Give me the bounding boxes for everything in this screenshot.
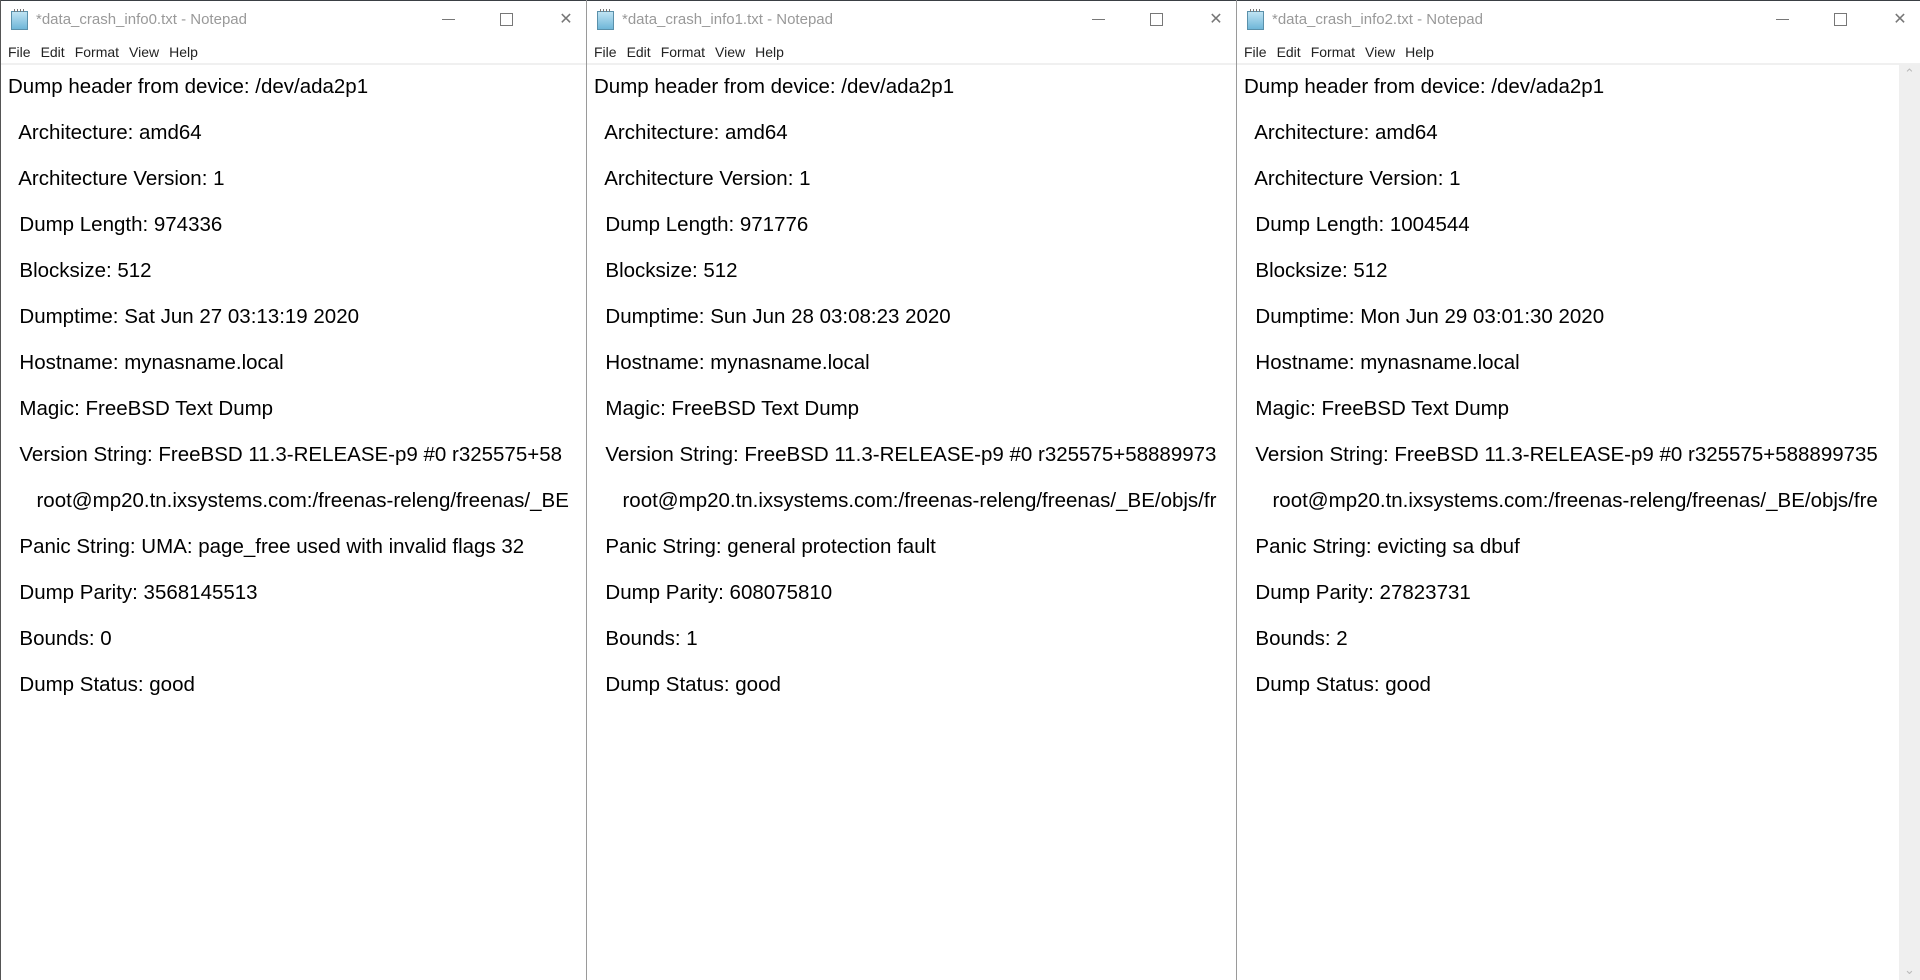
notepad-icon xyxy=(597,9,614,30)
window-title: *data_crash_info0.txt - Notepad xyxy=(36,11,247,28)
text-line: Magic: FreeBSD Text Dump xyxy=(594,397,860,420)
menu-view[interactable]: View xyxy=(710,41,750,63)
close-button[interactable]: ✕ xyxy=(1202,7,1230,33)
menu-edit[interactable]: Edit xyxy=(1272,41,1306,63)
minimize-icon xyxy=(1775,19,1789,21)
text-line: Architecture: amd64 xyxy=(594,121,788,144)
text-line: root@mp20.tn.ixsystems.com:/freenas-rele… xyxy=(8,489,569,512)
text-line: Version String: FreeBSD 11.3-RELEASE-p9 … xyxy=(8,443,563,466)
text-editor[interactable]: Dump header from device: /dev/ada2p1 Arc… xyxy=(1,64,586,980)
text-line: Hostname: mynasname.local xyxy=(594,351,870,374)
text-line: Dump Status: good xyxy=(594,673,781,696)
text-line: Dump header from device: /dev/ada2p1 xyxy=(594,75,955,98)
menu-view[interactable]: View xyxy=(1360,41,1400,63)
text-line: root@mp20.tn.ixsystems.com:/freenas-rele… xyxy=(594,489,1217,512)
text-line: Dump Parity: 3568145513 xyxy=(8,581,258,604)
minimize-button[interactable] xyxy=(1084,7,1112,33)
text-line: Panic String: general protection fault xyxy=(594,535,936,558)
menu-view[interactable]: View xyxy=(124,41,164,63)
text-line: Blocksize: 512 xyxy=(8,259,152,282)
minimize-icon xyxy=(441,19,455,21)
menu-help[interactable]: Help xyxy=(1400,41,1439,63)
text-line: Hostname: mynasname.local xyxy=(1244,351,1520,374)
menu-bar: File Edit Format View Help xyxy=(1,41,586,65)
text-line: Dump Parity: 27823731 xyxy=(1244,581,1471,604)
close-icon: ✕ xyxy=(559,11,573,28)
menu-edit[interactable]: Edit xyxy=(36,41,70,63)
text-line: Dumptime: Sat Jun 27 03:13:19 2020 xyxy=(8,305,360,328)
notepad-window: *data_crash_info1.txt - Notepad ✕ File Ed… xyxy=(586,0,1236,980)
menu-format[interactable]: Format xyxy=(656,41,710,63)
text-line: Dump Status: good xyxy=(1244,673,1431,696)
maximize-button[interactable] xyxy=(1826,7,1854,33)
maximize-icon xyxy=(499,13,513,27)
menu-help[interactable]: Help xyxy=(164,41,203,63)
text-line: Blocksize: 512 xyxy=(594,259,738,282)
text-line: Architecture: amd64 xyxy=(1244,121,1438,144)
text-line: Dumptime: Mon Jun 29 03:01:30 2020 xyxy=(1244,305,1605,328)
text-line: Architecture Version: 1 xyxy=(8,167,225,190)
notepad-window: *data_crash_info0.txt - Notepad ✕ File Ed… xyxy=(0,0,586,980)
minimize-icon xyxy=(1091,19,1105,21)
text-line: Magic: FreeBSD Text Dump xyxy=(8,397,274,420)
close-button[interactable]: ✕ xyxy=(1886,7,1914,33)
close-button[interactable]: ✕ xyxy=(552,7,580,33)
maximize-icon xyxy=(1149,13,1163,27)
text-line: Dump Status: good xyxy=(8,673,195,696)
text-line: Version String: FreeBSD 11.3-RELEASE-p9 … xyxy=(1244,443,1878,466)
minimize-button[interactable] xyxy=(1768,7,1796,33)
menu-format[interactable]: Format xyxy=(70,41,124,63)
menu-bar: File Edit Format View Help xyxy=(1237,41,1920,65)
maximize-icon xyxy=(1833,13,1847,27)
window-title: *data_crash_info1.txt - Notepad xyxy=(622,11,833,28)
title-bar[interactable]: *data_crash_info1.txt - Notepad ✕ xyxy=(587,0,1236,41)
text-line: Dumptime: Sun Jun 28 03:08:23 2020 xyxy=(594,305,951,328)
menu-bar: File Edit Format View Help xyxy=(587,41,1236,65)
text-editor[interactable]: Dump header from device: /dev/ada2p1 Arc… xyxy=(1237,64,1920,980)
text-line: root@mp20.tn.ixsystems.com:/freenas-rele… xyxy=(1244,489,1878,512)
close-icon: ✕ xyxy=(1893,11,1907,28)
scroll-down-icon[interactable]: ⌄ xyxy=(1899,962,1920,978)
text-line: Dump Length: 971776 xyxy=(594,213,809,236)
notepad-window: *data_crash_info2.txt - Notepad ✕ File Ed… xyxy=(1236,0,1920,980)
notepad-icon xyxy=(1247,9,1264,30)
text-line: Magic: FreeBSD Text Dump xyxy=(1244,397,1510,420)
text-line: Dump header from device: /dev/ada2p1 xyxy=(1244,75,1605,98)
maximize-button[interactable] xyxy=(1142,7,1170,33)
text-line: Panic String: UMA: page_free used with i… xyxy=(8,535,525,558)
window-title: *data_crash_info2.txt - Notepad xyxy=(1272,11,1483,28)
menu-edit[interactable]: Edit xyxy=(622,41,656,63)
menu-format[interactable]: Format xyxy=(1306,41,1360,63)
menu-file[interactable]: File xyxy=(1239,41,1272,63)
text-line: Architecture: amd64 xyxy=(8,121,202,144)
text-line: Bounds: 1 xyxy=(594,627,698,650)
text-line: Architecture Version: 1 xyxy=(1244,167,1461,190)
close-icon: ✕ xyxy=(1209,11,1223,28)
maximize-button[interactable] xyxy=(492,7,520,33)
menu-help[interactable]: Help xyxy=(750,41,789,63)
text-line: Dump Parity: 608075810 xyxy=(594,581,833,604)
text-line: Dump Length: 1004544 xyxy=(1244,213,1470,236)
text-line: Architecture Version: 1 xyxy=(594,167,811,190)
text-line: Version String: FreeBSD 11.3-RELEASE-p9 … xyxy=(594,443,1217,466)
minimize-button[interactable] xyxy=(434,7,462,33)
notepad-icon xyxy=(11,9,28,30)
title-bar[interactable]: *data_crash_info0.txt - Notepad ✕ xyxy=(1,0,586,41)
scroll-up-icon[interactable]: ⌃ xyxy=(1899,66,1920,82)
text-line: Blocksize: 512 xyxy=(1244,259,1388,282)
text-editor[interactable]: Dump header from device: /dev/ada2p1 Arc… xyxy=(587,64,1236,980)
text-line: Dump header from device: /dev/ada2p1 xyxy=(8,75,369,98)
text-line: Panic String: evicting sa dbuf xyxy=(1244,535,1520,558)
text-line: Bounds: 2 xyxy=(1244,627,1348,650)
text-line: Hostname: mynasname.local xyxy=(8,351,284,374)
title-bar[interactable]: *data_crash_info2.txt - Notepad ✕ xyxy=(1237,0,1920,41)
menu-file[interactable]: File xyxy=(589,41,622,63)
vertical-scrollbar[interactable]: ⌃ ⌄ xyxy=(1899,64,1920,980)
text-line: Bounds: 0 xyxy=(8,627,112,650)
text-line: Dump Length: 974336 xyxy=(8,213,223,236)
menu-file[interactable]: File xyxy=(3,41,36,63)
